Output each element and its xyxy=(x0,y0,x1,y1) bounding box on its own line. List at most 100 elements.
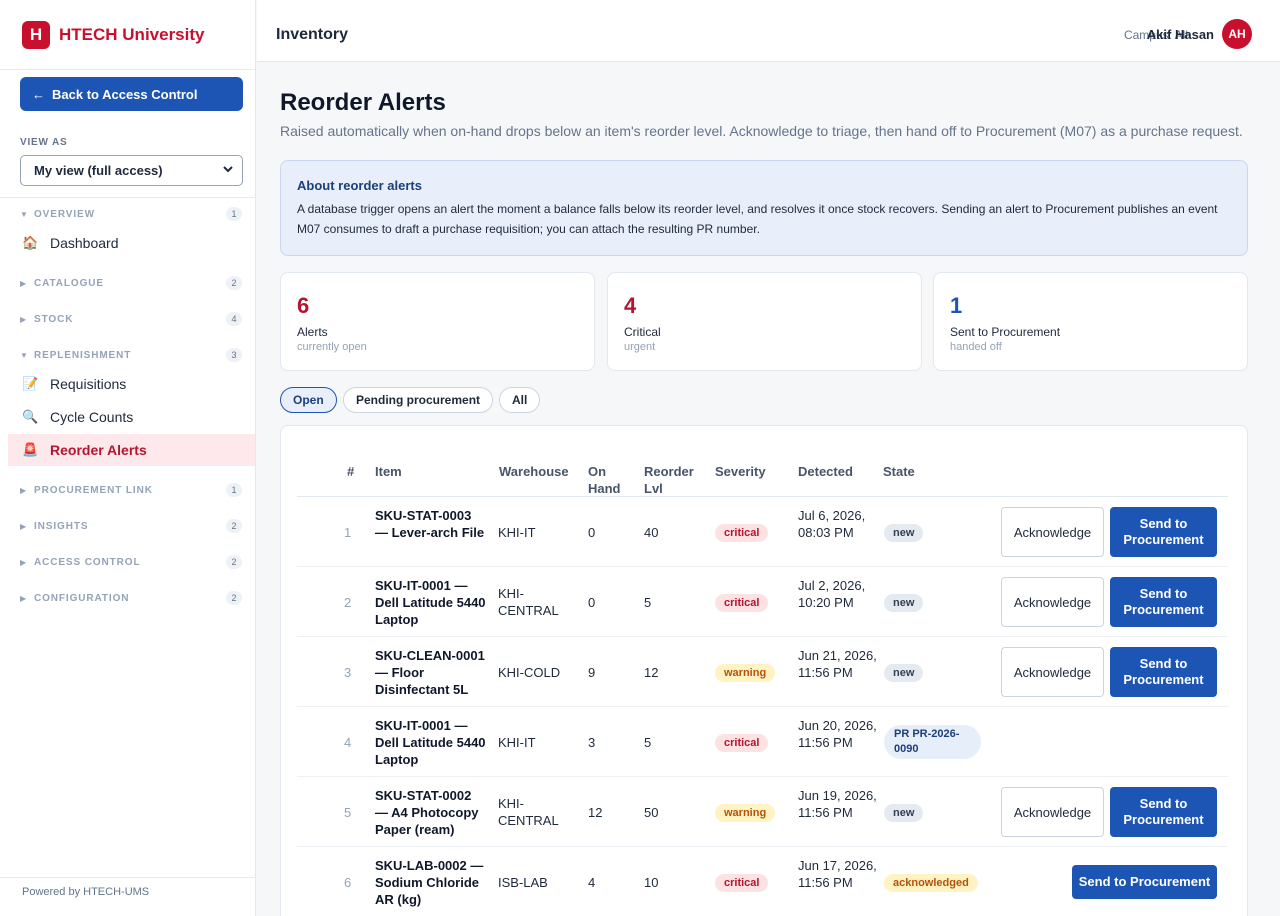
send-to-procurement-button[interactable]: Send to Procurement xyxy=(1072,865,1217,899)
col-header-severity[interactable]: Severity xyxy=(715,463,766,480)
row-severity: warning xyxy=(715,803,776,822)
stat-sublabel: urgent xyxy=(624,341,656,353)
row-detected: Jun 17, 2026, 11:56 PM xyxy=(798,857,877,890)
send-to-procurement-button[interactable]: Send to Procurement xyxy=(1110,647,1217,697)
acknowledge-button[interactable]: Acknowledge xyxy=(1001,577,1104,627)
user-name: Akif Hasan xyxy=(1146,27,1214,42)
sidebar-section-stock[interactable]: ▶ STOCK 4 xyxy=(20,310,242,328)
info-body: A database trigger opens an alert the mo… xyxy=(297,202,1218,236)
stat-card-alerts: 6 Alerts currently open xyxy=(280,272,595,371)
sidebar-section-title: REPLENISHMENT xyxy=(34,349,132,361)
severity-badge: critical xyxy=(715,734,769,752)
col-header-state[interactable]: State xyxy=(883,463,915,480)
row-index: 6 xyxy=(344,874,352,890)
sidebar-divider xyxy=(0,197,256,198)
state-badge: new xyxy=(884,524,924,542)
table-row: 6 SKU-LAB-0002 — Sodium Chloride AR (kg) I… xyxy=(297,847,1228,916)
sidebar-section-title: CATALOGUE xyxy=(34,277,104,289)
back-to-access-control-button[interactable]: ← Back to Access Control xyxy=(20,77,243,111)
state-badge: acknowledged xyxy=(884,874,978,892)
acknowledge-button[interactable]: Acknowledge xyxy=(1001,507,1104,557)
sidebar-section-replenishment[interactable]: ▼ REPLENISHMENT 3 xyxy=(20,346,242,364)
brand[interactable]: H HTECH University xyxy=(0,0,255,70)
sidebar-section-count: 2 xyxy=(226,591,242,605)
back-button-label: Back to Access Control xyxy=(52,86,198,102)
col-header-reorder-level[interactable]: Reorder Lvl xyxy=(644,463,700,497)
stat-label: Alerts xyxy=(297,325,328,339)
info-panel: About reorder alerts A database trigger … xyxy=(280,160,1248,256)
stat-card-sent-to-procurement: 1 Sent to Procurement handed off xyxy=(933,272,1248,371)
topbar: Inventory Campus: All Akif Hasan AH xyxy=(257,0,1280,62)
row-severity: critical xyxy=(715,593,769,612)
sidebar-item-dashboard[interactable]: 🏠 Dashboard xyxy=(8,227,255,259)
send-to-procurement-button[interactable]: Send to Procurement xyxy=(1110,577,1217,627)
state-badge: new xyxy=(884,804,924,822)
caret-down-icon: ▼ xyxy=(20,350,28,360)
stat-value: 4 xyxy=(624,293,637,318)
caret-right-icon: ▶ xyxy=(20,521,27,531)
row-state: acknowledged xyxy=(884,873,978,892)
page-title: Reorder Alerts xyxy=(280,89,446,116)
avatar[interactable]: AH xyxy=(1222,19,1252,49)
row-detected: Jul 2, 2026, 10:20 PM xyxy=(798,577,866,610)
row-item[interactable]: SKU-IT-0001 — Dell Latitude 5440 Laptop xyxy=(375,577,487,628)
view-as-label: VIEW AS xyxy=(20,137,68,148)
sidebar-footer: Powered by HTECH-UMS xyxy=(22,886,150,898)
sidebar-section-count: 3 xyxy=(226,348,242,362)
col-header-warehouse[interactable]: Warehouse xyxy=(499,463,569,480)
row-state: new xyxy=(884,803,924,822)
send-to-procurement-button[interactable]: Send to Procurement xyxy=(1110,787,1217,837)
row-severity: critical xyxy=(715,523,769,542)
siren-icon: 🚨 xyxy=(22,442,39,457)
row-item[interactable]: SKU-LAB-0002 — Sodium Chloride AR (kg) xyxy=(375,857,487,908)
col-header-item[interactable]: Item xyxy=(375,463,402,480)
acknowledge-button[interactable]: Acknowledge xyxy=(1001,787,1104,837)
caret-right-icon: ▶ xyxy=(20,485,27,495)
row-item[interactable]: SKU-IT-0001 — Dell Latitude 5440 Laptop xyxy=(375,717,487,768)
view-as-select[interactable]: My view (full access) xyxy=(20,155,243,186)
sidebar-section-insights[interactable]: ▶ INSIGHTS 2 xyxy=(20,517,242,535)
severity-badge: critical xyxy=(715,874,769,892)
row-reorder-level: 12 xyxy=(644,664,659,680)
sidebar-item-requisitions[interactable]: 📝 Requisitions xyxy=(8,368,255,400)
sidebar-section-catalogue[interactable]: ▶ CATALOGUE 2 xyxy=(20,274,242,292)
row-index: 5 xyxy=(344,804,352,820)
row-index: 3 xyxy=(344,664,352,680)
sidebar-item-reorder-alerts[interactable]: 🚨 Reorder Alerts xyxy=(8,434,255,466)
filter-chip-all[interactable]: All xyxy=(499,387,541,413)
row-detected: Jun 19, 2026, 11:56 PM xyxy=(798,787,877,820)
stat-value: 1 xyxy=(950,293,963,318)
row-on-hand: 0 xyxy=(588,524,596,540)
col-header-detected[interactable]: Detected xyxy=(798,463,853,480)
stat-value: 6 xyxy=(297,293,310,318)
sidebar-section-configuration[interactable]: ▶ CONFIGURATION 2 xyxy=(20,589,242,607)
row-item[interactable]: SKU-STAT-0003 — Lever-arch File xyxy=(375,507,487,541)
page-subtitle: Raised automatically when on-hand drops … xyxy=(280,123,1243,139)
row-item[interactable]: SKU-STAT-0002 — A4 Photocopy Paper (ream… xyxy=(375,787,487,838)
caret-right-icon: ▶ xyxy=(20,278,27,288)
row-reorder-level: 50 xyxy=(644,804,659,820)
row-warehouse: KHI-CENTRAL xyxy=(498,796,559,828)
sidebar-section-count: 4 xyxy=(226,312,242,326)
sidebar-section-access-control[interactable]: ▶ ACCESS CONTROL 2 xyxy=(20,553,242,571)
row-on-hand: 3 xyxy=(588,734,596,750)
filter-chip-open[interactable]: Open xyxy=(280,387,337,413)
sidebar-item-cycle-counts[interactable]: 🔍 Cycle Counts xyxy=(8,401,255,433)
sidebar-section-overview[interactable]: ▼ OVERVIEW 1 xyxy=(20,205,242,223)
stat-sublabel: handed off xyxy=(950,341,1002,353)
row-detected: Jul 6, 2026, 08:03 PM xyxy=(798,507,866,540)
row-on-hand: 9 xyxy=(588,664,596,680)
filter-chip-pending-procurement[interactable]: Pending procurement xyxy=(343,387,494,413)
row-index: 4 xyxy=(344,734,352,750)
sidebar-section-procurement-link[interactable]: ▶ PROCUREMENT LINK 1 xyxy=(20,481,242,499)
acknowledge-button[interactable]: Acknowledge xyxy=(1001,647,1104,697)
row-detected: Jun 20, 2026, 11:56 PM xyxy=(798,717,877,750)
sidebar-item-label: Cycle Counts xyxy=(50,409,134,425)
send-to-procurement-button[interactable]: Send to Procurement xyxy=(1110,507,1217,557)
row-on-hand: 0 xyxy=(588,594,596,610)
col-header-on-hand[interactable]: On Hand xyxy=(588,463,628,497)
sidebar-item-label: Reorder Alerts xyxy=(50,442,147,458)
row-index: 1 xyxy=(344,524,352,540)
row-item[interactable]: SKU-CLEAN-0001 — Floor Disinfectant 5L xyxy=(375,647,487,698)
row-warehouse: KHI-CENTRAL xyxy=(498,586,559,618)
